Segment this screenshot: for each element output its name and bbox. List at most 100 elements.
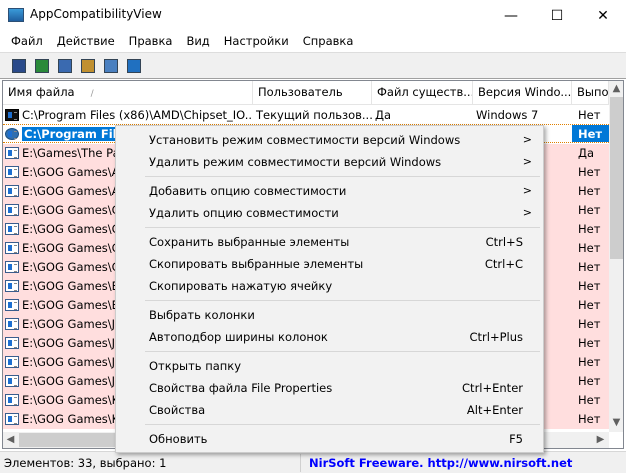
find-button[interactable]: [102, 57, 119, 74]
nirsoft-link[interactable]: NirSoft Freeware. http://www.nirsoft.net: [309, 456, 572, 470]
menu-5[interactable]: Справка: [296, 31, 361, 52]
context-item-8[interactable]: Скопировать нажатую ячейку: [117, 275, 544, 297]
context-item-13[interactable]: Открыть папку: [117, 355, 544, 377]
scroll-up-icon[interactable]: ▲: [609, 83, 623, 94]
exe-icon: [5, 337, 19, 349]
cell-run: Нет: [572, 239, 609, 258]
horizontal-scroll-thumb[interactable]: [19, 433, 119, 447]
app-icon: [8, 8, 24, 22]
menu-separator: [145, 351, 540, 352]
menu-shortcut: Alt+Enter: [466, 403, 523, 417]
cell-run: Нет: [572, 163, 609, 182]
menu-item-label: Сохранить выбранные элементы: [149, 235, 350, 249]
context-item-6[interactable]: Сохранить выбранные элементы Ctrl+S: [117, 231, 544, 253]
column-header-0[interactable]: Имя файла /: [3, 81, 253, 105]
exit-icon: [126, 58, 141, 73]
cell-run: Нет: [572, 182, 609, 201]
context-item-14[interactable]: Свойства файла File Properties Ctrl+Enter: [117, 377, 544, 399]
menu-separator: [145, 227, 540, 228]
status-count: Элементов: 33, выбрано: 1: [4, 456, 167, 470]
maximize-button[interactable]: ☐: [534, 0, 580, 31]
exe-icon: [5, 185, 19, 197]
cell-run: Нет: [572, 201, 609, 220]
exe-icon: [5, 280, 19, 292]
menu-item-label: Скопировать нажатую ячейку: [149, 279, 333, 293]
table-row[interactable]: C:\Program Files (x86)\AMD\Chipset_IO...…: [3, 106, 609, 125]
menu-1[interactable]: Действие: [50, 31, 122, 52]
column-label: Пользователь: [258, 85, 343, 99]
copy-icon: [57, 58, 72, 73]
submenu-arrow-icon: >: [522, 206, 532, 219]
submenu-arrow-icon: >: [522, 184, 532, 197]
context-item-4[interactable]: Удалить опцию совместимости >: [117, 202, 544, 224]
save-icon: [11, 58, 26, 73]
exe-icon: [5, 413, 19, 425]
refresh-button[interactable]: [33, 57, 50, 74]
context-item-10[interactable]: Выбрать колонки: [117, 304, 544, 326]
context-item-1[interactable]: Удалить режим совместимости версий Windo…: [117, 151, 544, 173]
menu-3[interactable]: Вид: [179, 31, 216, 52]
window-title: AppCompatibilityView: [30, 7, 162, 21]
column-header-1[interactable]: Пользователь: [253, 81, 372, 105]
cell-run: Нет: [572, 315, 609, 334]
column-header-4[interactable]: Выпо: [572, 81, 609, 105]
cell-user: Текущий пользов...: [256, 108, 372, 122]
menu-shortcut: Ctrl+Plus: [469, 330, 523, 344]
menu-0[interactable]: Файл: [4, 31, 50, 52]
menu-shortcut: Ctrl+Enter: [462, 381, 523, 395]
copy-button[interactable]: [56, 57, 73, 74]
context-item-3[interactable]: Добавить опцию совместимости >: [117, 180, 544, 202]
cell-name: C:\Program Files (x86)\AMD\Chipset_IO...: [3, 106, 253, 125]
status-bar: Элементов: 33, выбрано: 1 NirSoft Freewa…: [0, 451, 626, 473]
column-label: Файл существ...: [377, 85, 473, 99]
exe-icon: [5, 356, 19, 368]
submenu-arrow-icon: >: [522, 133, 532, 146]
scroll-right-icon[interactable]: ▶: [593, 434, 608, 445]
context-item-11[interactable]: Автоподбор ширины колонок Ctrl+Plus: [117, 326, 544, 348]
properties-icon: [80, 58, 95, 73]
column-label: Выпо: [577, 85, 609, 99]
cell-run: Нет: [572, 258, 609, 277]
cell-run: Нет: [572, 277, 609, 296]
cell-version: Windows 7: [476, 108, 539, 122]
menu-item-label: Автоподбор ширины колонок: [149, 330, 328, 344]
find-icon: [103, 58, 118, 73]
cell-run: Нет: [572, 334, 609, 353]
menu-item-label: Свойства: [149, 403, 206, 417]
minimize-button[interactable]: —: [488, 0, 534, 31]
cell-run: Нет: [578, 108, 601, 122]
exe-icon: [5, 166, 19, 178]
close-button[interactable]: ✕: [580, 0, 626, 31]
cell-run: Да: [572, 144, 609, 163]
cell-exists: Да: [375, 108, 392, 122]
cell-run: Нет: [572, 410, 609, 429]
amd-app-icon: [5, 109, 19, 121]
scroll-left-icon[interactable]: ◀: [3, 434, 18, 445]
cell-run: Нет: [572, 296, 609, 315]
menu-shortcut: Ctrl+C: [484, 257, 523, 271]
menu-2[interactable]: Правка: [122, 31, 180, 52]
context-item-17[interactable]: Обновить F5: [117, 428, 544, 450]
menu-4[interactable]: Настройки: [217, 31, 296, 52]
context-item-7[interactable]: Скопировать выбранные элементы Ctrl+C: [117, 253, 544, 275]
column-header-3[interactable]: Версия Windo...: [473, 81, 572, 105]
exe-icon: [5, 147, 19, 159]
context-item-15[interactable]: Свойства Alt+Enter: [117, 399, 544, 421]
vertical-scroll-thumb[interactable]: [610, 97, 623, 259]
save-button[interactable]: [10, 57, 27, 74]
context-item-0[interactable]: Установить режим совместимости версий Wi…: [117, 129, 544, 151]
exit-button[interactable]: [125, 57, 142, 74]
cell-run: Нет: [572, 391, 609, 410]
scroll-down-icon[interactable]: ▼: [609, 417, 623, 428]
menu-item-label: Скопировать выбранные элементы: [149, 257, 364, 271]
menu-item-label: Открыть папку: [149, 359, 242, 373]
refresh-icon: [34, 58, 49, 73]
status-divider: [300, 454, 301, 472]
column-label: Имя файла: [8, 85, 75, 99]
menu-item-label: Выбрать колонки: [149, 308, 255, 322]
column-header-2[interactable]: Файл существ...: [372, 81, 473, 105]
menu-separator: [145, 176, 540, 177]
menu-shortcut: F5: [509, 432, 523, 446]
properties-button[interactable]: [79, 57, 96, 74]
exe-icon: [5, 318, 19, 330]
